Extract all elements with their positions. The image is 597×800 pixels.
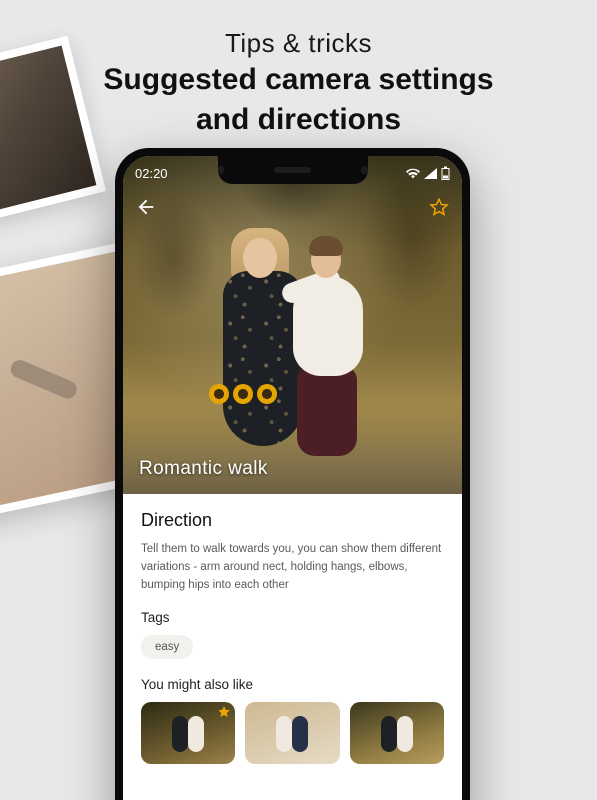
phone-frame: 02:20 [115, 148, 470, 800]
status-time: 02:20 [135, 166, 168, 181]
suggestion-thumbnail[interactable] [245, 702, 339, 764]
status-icons [406, 166, 450, 180]
signal-icon [424, 168, 437, 179]
star-outline-icon [428, 196, 450, 218]
back-button[interactable] [135, 196, 157, 218]
content-area[interactable]: Direction Tell them to walk towards you,… [123, 494, 462, 800]
hero-photo: 02:20 [123, 156, 462, 494]
tag-chip[interactable]: easy [141, 635, 193, 659]
suggestion-thumbnail[interactable] [141, 702, 235, 764]
wifi-icon [406, 168, 420, 179]
star-icon [217, 705, 231, 719]
favorite-button[interactable] [428, 196, 450, 218]
hero-illustration [193, 216, 393, 466]
arrow-left-icon [135, 196, 157, 218]
battery-icon [441, 166, 450, 180]
promo-title: Tips & tricks Suggested camera settings … [0, 28, 597, 138]
direction-text: Tell them to walk towards you, you can s… [141, 541, 444, 594]
promo-subtitle: Tips & tricks [0, 28, 597, 59]
phone-notch [218, 156, 368, 184]
direction-heading: Direction [141, 510, 444, 531]
phone-screen: 02:20 [123, 156, 462, 800]
app-top-bar [123, 190, 462, 224]
suggestions-row [141, 702, 444, 764]
suggestions-heading: You might also like [141, 677, 444, 692]
suggestion-thumbnail[interactable] [350, 702, 444, 764]
promo-headline-1: Suggested camera settings [0, 61, 597, 99]
tags-heading: Tags [141, 610, 444, 625]
pose-title: Romantic walk [139, 458, 268, 480]
